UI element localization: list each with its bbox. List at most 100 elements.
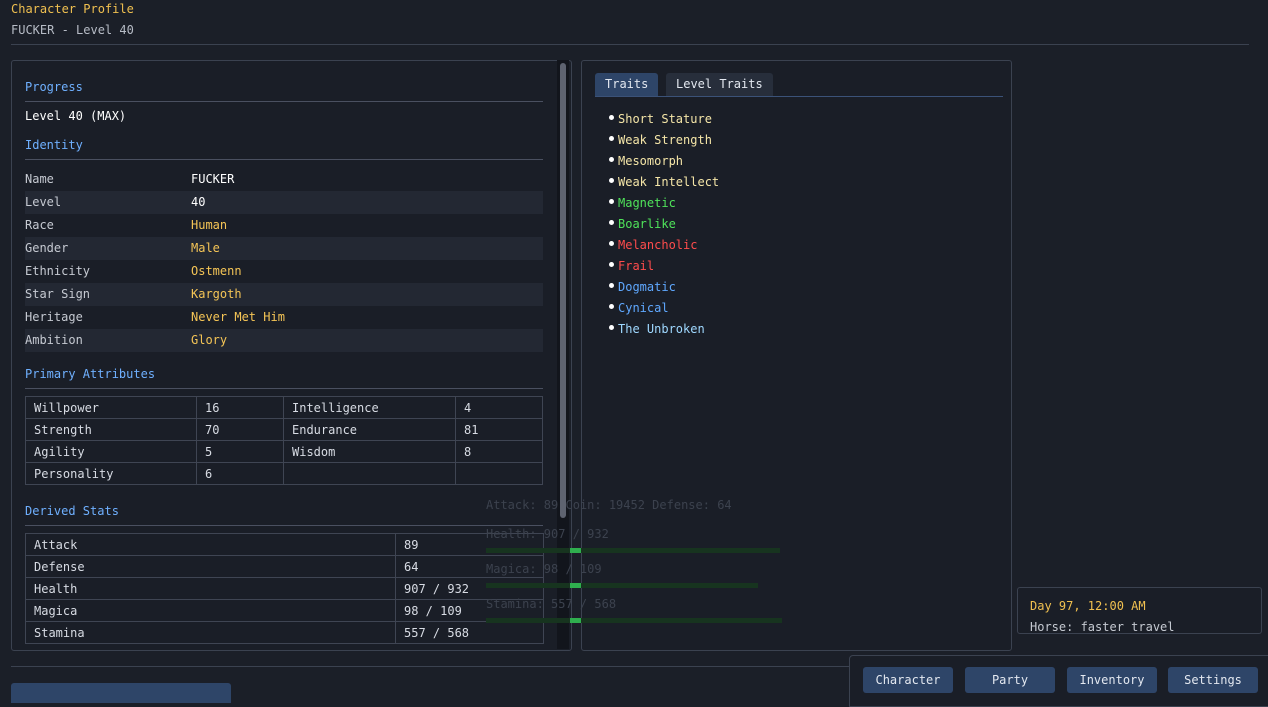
hud-health-label: Health: 907 / 932: [486, 527, 609, 541]
derived-stats-heading: Derived Stats: [25, 504, 119, 518]
bottom-panel-tab[interactable]: [11, 683, 231, 703]
attribute-value: 81: [455, 418, 543, 441]
attribute-value: 16: [196, 396, 284, 419]
table-row: Agility 5 Wisdom 8: [25, 440, 543, 463]
attribute-value: 5: [196, 440, 284, 463]
identity-row: Race Human: [25, 214, 543, 237]
hud-health-bar: [486, 548, 780, 553]
trait-item: Dogmatic: [609, 277, 676, 297]
attribute-label: Willpower: [25, 396, 197, 419]
table-row: Strength 70 Endurance 81: [25, 418, 543, 441]
identity-row: Heritage Never Met Him: [25, 306, 543, 329]
nav-party-button[interactable]: Party: [965, 667, 1055, 693]
attribute-label: Strength: [25, 418, 197, 441]
derived-stats-table: Attack 89 Defense 64 Health 907 / 932 Ma…: [25, 533, 544, 644]
level-progress-text: Level 40 (MAX): [25, 109, 127, 123]
table-row: Willpower 16 Intelligence 4: [25, 396, 543, 419]
attribute-value: [455, 462, 543, 485]
trait-label: Cynical: [618, 301, 669, 315]
identity-row: Level 40: [25, 191, 543, 214]
trait-item: Magnetic: [609, 193, 676, 213]
trait-item: Frail: [609, 256, 654, 276]
trait-label: Dogmatic: [618, 280, 676, 294]
trait-label: Short Stature: [618, 112, 712, 126]
stat-label: Health: [25, 577, 396, 600]
page-title: Character Profile: [11, 2, 134, 16]
scrollbar-thumb[interactable]: [560, 63, 566, 518]
tab-traits[interactable]: Traits: [595, 73, 659, 96]
attribute-label: Endurance: [283, 418, 456, 441]
trait-item: Weak Strength: [609, 130, 712, 150]
game-date: Day 97, 12:00 AM: [1030, 599, 1146, 613]
identity-value: Glory: [191, 333, 228, 347]
trait-label: Weak Strength: [618, 133, 712, 147]
identity-label: Name: [25, 172, 54, 186]
identity-row: Ambition Glory: [25, 329, 543, 352]
nav-settings-button[interactable]: Settings: [1168, 667, 1258, 693]
attribute-label: Intelligence: [283, 396, 456, 419]
attribute-label: Wisdom: [283, 440, 456, 463]
section-divider: [25, 525, 543, 526]
bullet-icon: [609, 136, 614, 141]
header-divider: [11, 44, 1249, 45]
hud-stamina-bar: [486, 618, 782, 623]
table-row: Personality 6: [25, 462, 543, 485]
trait-label: Melancholic: [618, 238, 698, 252]
section-divider: [25, 101, 543, 102]
primary-attributes-table: Willpower 16 Intelligence 4 Strength 70 …: [25, 396, 543, 485]
footer-divider: [11, 666, 849, 667]
identity-row: Star Sign Kargoth: [25, 283, 543, 306]
trait-item: The Unbroken: [609, 319, 705, 339]
hud-summary: Attack: 89 Coin: 19452 Defense: 64: [486, 498, 732, 512]
table-row: Health 907 / 932: [25, 577, 544, 600]
attribute-label: [283, 462, 456, 485]
nav-inventory-button[interactable]: Inventory: [1067, 667, 1157, 693]
stat-label: Magica: [25, 599, 396, 622]
bullet-icon: [609, 262, 614, 267]
hud-magica-bar: [486, 583, 758, 588]
hud-health-bar-fill: [570, 548, 581, 553]
stat-label: Attack: [25, 533, 396, 556]
trait-label: The Unbroken: [618, 322, 705, 336]
identity-value: Male: [191, 241, 220, 255]
identity-value: Human: [191, 218, 228, 232]
hud-stamina-label: Stamina: 557 / 568: [486, 597, 617, 611]
trait-item: Cynical: [609, 298, 669, 318]
hud-magica-label: Magica: 98 / 109: [486, 562, 602, 576]
tab-level-traits[interactable]: Level Traits: [666, 73, 773, 96]
hud-magica-bar-fill: [570, 583, 581, 588]
bullet-icon: [609, 283, 614, 288]
identity-heading: Identity: [25, 138, 83, 152]
identity-row: Ethnicity Ostmenn: [25, 260, 543, 283]
trait-label: Weak Intellect: [618, 175, 720, 189]
identity-value: Never Met Him: [191, 310, 285, 324]
identity-value: Kargoth: [191, 287, 242, 301]
stat-label: Defense: [25, 555, 396, 578]
bullet-icon: [609, 241, 614, 246]
identity-value: FUCKER: [191, 172, 235, 186]
stat-label: Stamina: [25, 621, 396, 644]
section-divider: [25, 159, 543, 160]
bullet-icon: [609, 304, 614, 309]
character-subtitle: FUCKER - Level 40: [11, 23, 134, 37]
identity-label: Ethnicity: [25, 264, 91, 278]
trait-label: Mesomorph: [618, 154, 684, 168]
attribute-value: 8: [455, 440, 543, 463]
identity-row: Gender Male: [25, 237, 543, 260]
bullet-icon: [609, 178, 614, 183]
nav-character-button[interactable]: Character: [863, 667, 953, 693]
identity-row: Name FUCKER: [25, 168, 543, 191]
horse-status: Horse: faster travel: [1030, 620, 1175, 634]
bullet-icon: [609, 115, 614, 120]
bullet-icon: [609, 325, 614, 330]
trait-label: Frail: [618, 259, 655, 273]
bullet-icon: [609, 220, 614, 225]
tab-underline: [595, 96, 1003, 97]
trait-item: Mesomorph: [609, 151, 683, 171]
trait-item: Short Stature: [609, 109, 712, 129]
attribute-value: 6: [196, 462, 284, 485]
hud-stamina-bar-fill: [570, 618, 581, 623]
identity-label: Star Sign: [25, 287, 91, 301]
status-info-box: Day 97, 12:00 AM Horse: faster travel: [1017, 587, 1262, 634]
identity-label: Gender: [25, 241, 69, 255]
